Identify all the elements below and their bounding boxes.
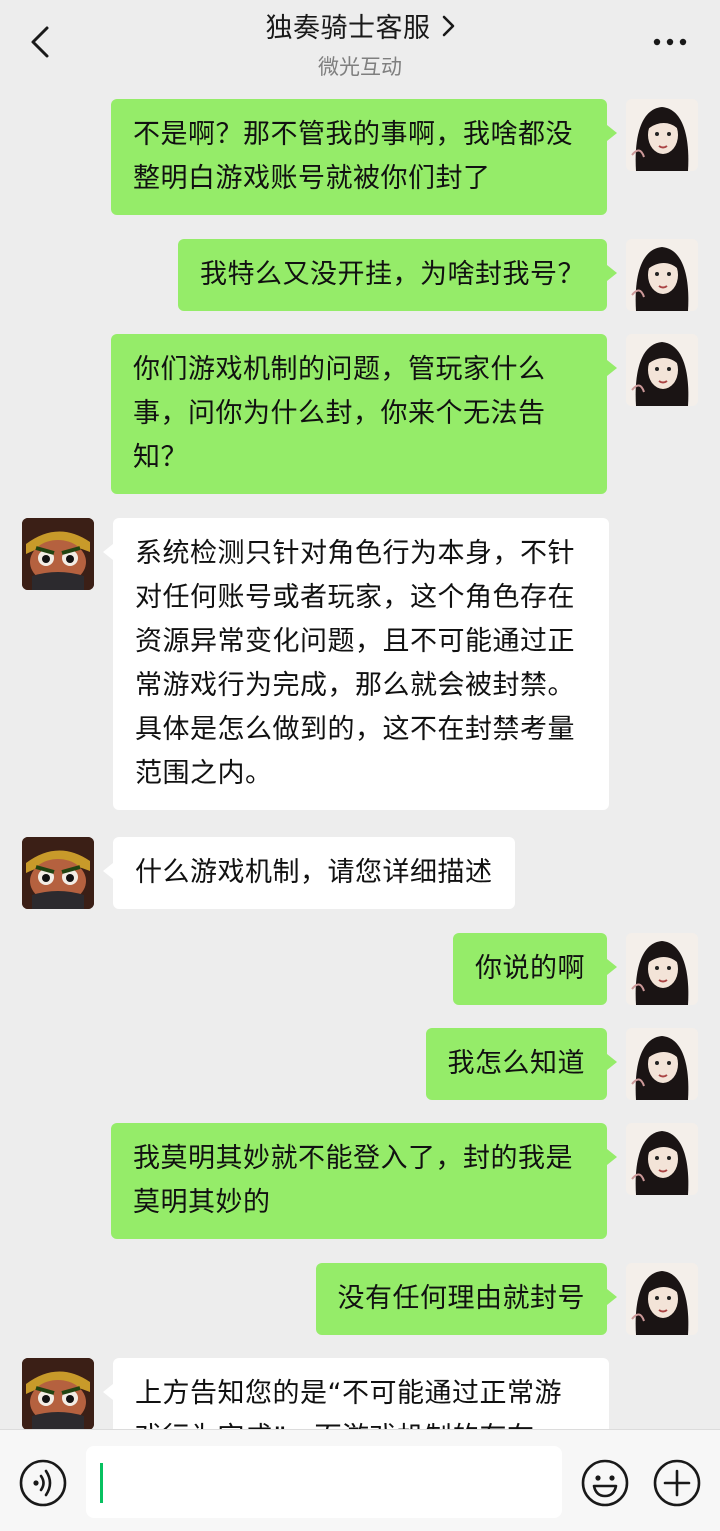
message-bubble[interactable]: 没有任何理由就封号 — [315, 1263, 617, 1335]
message-bubble[interactable]: 你说的啊 — [453, 933, 617, 1005]
text-caret — [100, 1463, 103, 1503]
message-input[interactable] — [86, 1446, 562, 1518]
user-avatar[interactable] — [626, 1123, 698, 1195]
more-button[interactable] — [652, 28, 688, 56]
message-bubble[interactable]: 我怎么知道 — [425, 1028, 617, 1100]
title-area: 独奏骑士客服 微光互动 — [0, 6, 720, 81]
user-avatar[interactable] — [626, 239, 698, 311]
message-bubble[interactable]: 你们游戏机制的问题，管玩家什么事，问你为什么封，你来个无法告知？ — [111, 334, 617, 494]
page-title: 独奏骑士客服 — [265, 13, 431, 44]
message-bubble[interactable]: 不是啊？那不管我的事啊，我啥都没整明白游戏账号就被你们封了 — [111, 99, 617, 215]
chat-header: 独奏骑士客服 微光互动 — [0, 0, 720, 86]
plus-icon — [653, 1459, 701, 1507]
user-avatar[interactable] — [626, 1028, 698, 1100]
emoji-icon — [581, 1459, 629, 1507]
user-avatar[interactable] — [626, 933, 698, 1005]
agent-avatar[interactable] — [22, 518, 94, 590]
agent-avatar[interactable] — [22, 1358, 94, 1429]
message-bubble[interactable]: 系统检测只针对角色行为本身，不针对任何账号或者玩家，这个角色存在资源异常变化问题… — [103, 518, 609, 810]
more-dots-icon — [653, 38, 687, 46]
voice-icon — [19, 1459, 67, 1507]
chat-app: 独奏骑士客服 微光互动 不是啊？那不管我的事啊，我啥都没整明白游戏账号就被你们封… — [0, 0, 720, 1531]
message-bubble[interactable]: 我特么又没开挂，为啥封我号？ — [178, 239, 617, 311]
input-bar — [0, 1429, 720, 1531]
user-avatar[interactable] — [626, 334, 698, 406]
more-functions-button[interactable] — [652, 1458, 702, 1508]
voice-button[interactable] — [18, 1458, 68, 1508]
user-avatar[interactable] — [626, 99, 698, 171]
contact-info-link[interactable]: 独奏骑士客服 — [266, 6, 455, 45]
user-avatar[interactable] — [626, 1263, 698, 1335]
message-bubble[interactable]: 我莫明其妙就不能登入了，封的我是莫明其妙的 — [111, 1123, 617, 1239]
message-list[interactable]: 不是啊？那不管我的事啊，我啥都没整明白游戏账号就被你们封了 我特么又没开挂，为啥… — [0, 86, 720, 1429]
page-subtitle: 微光互动 — [318, 55, 402, 79]
chevron-right-icon — [442, 15, 454, 36]
agent-avatar[interactable] — [22, 837, 94, 909]
message-bubble[interactable]: 什么游戏机制，请您详细描述 — [103, 837, 515, 909]
emoji-button[interactable] — [580, 1458, 630, 1508]
message-bubble[interactable]: 上方告知您的是“不可能通过正常游戏行为完成”，而游戏机制的存在 — [103, 1358, 609, 1429]
